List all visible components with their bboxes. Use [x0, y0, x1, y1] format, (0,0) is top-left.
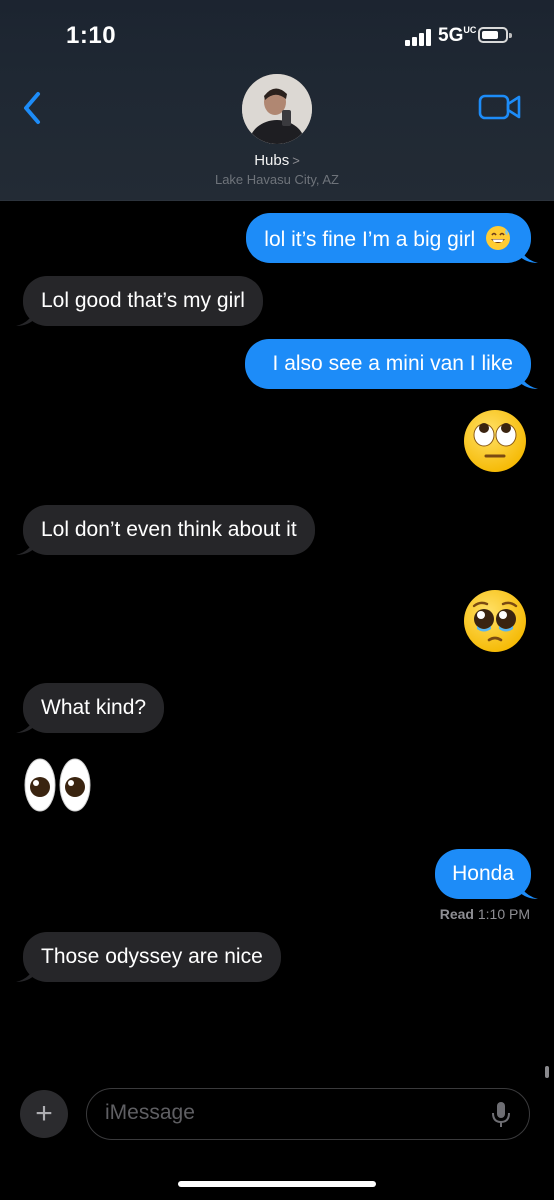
network-type: 5GUC	[438, 25, 477, 46]
read-label: Read	[439, 906, 474, 922]
outgoing-emoji-message[interactable]	[462, 408, 528, 474]
conversation-header: 1:10 5GUC Hubs > Lake Havasu City, AZ	[0, 0, 554, 201]
contact-name[interactable]: Hubs >	[0, 152, 554, 169]
pleading-face-icon	[464, 590, 526, 652]
grinning-sweat-emoji-icon	[486, 226, 510, 250]
outgoing-message[interactable]: lol it’s fine I’m a big girl	[246, 213, 538, 263]
scroll-indicator[interactable]	[545, 1066, 549, 1078]
chevron-left-icon	[24, 92, 40, 124]
contact-name-label: Hubs	[254, 152, 290, 169]
contact-photo	[242, 74, 312, 144]
message-text: Lol good that’s my girl	[41, 289, 245, 312]
status-bar: 1:10 5GUC	[0, 0, 554, 72]
outgoing-message[interactable]: I also see a mini van I like	[244, 339, 538, 389]
battery-icon	[478, 27, 512, 43]
message-text: What kind?	[41, 696, 147, 719]
video-camera-icon	[478, 94, 521, 120]
cellular-signal-icon	[405, 28, 435, 46]
outgoing-message[interactable]: Honda	[435, 849, 538, 899]
face-with-rolling-eyes-icon	[464, 410, 526, 472]
message-text: Lol don’t even think about it	[41, 518, 297, 541]
contact-location: Lake Havasu City, AZ	[214, 172, 340, 187]
incoming-emoji-message[interactable]	[23, 756, 93, 814]
read-time: 1:10 PM	[477, 906, 530, 922]
message-text: I also see a mini van I like	[272, 352, 513, 375]
plus-icon: +	[35, 1097, 53, 1130]
apps-plus-button[interactable]: +	[20, 1090, 68, 1138]
message-text: Honda	[452, 862, 514, 885]
message-text: Those odyssey are nice	[41, 945, 263, 968]
facetime-button[interactable]	[478, 92, 522, 122]
microphone-icon[interactable]	[491, 1101, 511, 1129]
incoming-message[interactable]: Lol don’t even think about it	[16, 505, 315, 555]
incoming-message[interactable]: Lol good that’s my girl	[16, 276, 263, 326]
message-text: lol it’s fine I’m a big girl	[264, 228, 476, 251]
contact-avatar[interactable]	[242, 74, 312, 144]
incoming-message[interactable]: What kind?	[16, 683, 165, 733]
status-time: 1:10	[66, 22, 117, 49]
input-placeholder: iMessage	[105, 1101, 195, 1124]
read-receipt: Read 1:10 PM	[440, 906, 530, 922]
eyes-icon	[24, 758, 91, 812]
incoming-message[interactable]: Those odyssey are nice	[16, 932, 281, 982]
chevron-right-icon: >	[292, 153, 300, 168]
home-indicator[interactable]	[178, 1181, 376, 1187]
back-button[interactable]	[18, 88, 50, 128]
imessage-input[interactable]: iMessage	[86, 1088, 530, 1140]
outgoing-emoji-message[interactable]	[462, 588, 528, 654]
